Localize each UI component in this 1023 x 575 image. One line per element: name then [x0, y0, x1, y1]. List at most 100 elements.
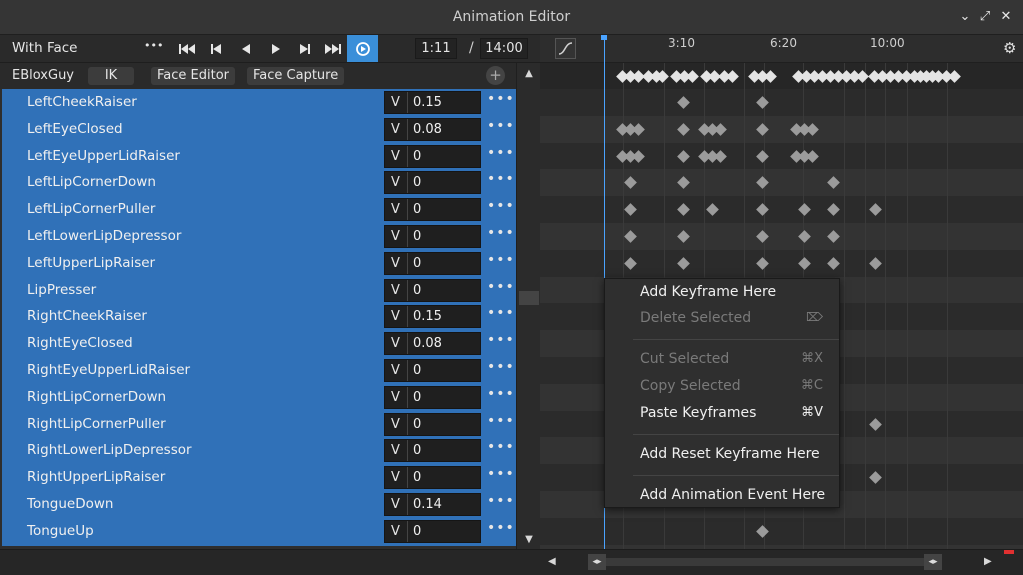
track-value-field[interactable]: V0 — [384, 519, 481, 543]
menu-item-delete-selected[interactable]: Delete Selected — [640, 310, 751, 326]
gear-icon[interactable]: ⚙ — [1003, 39, 1016, 57]
track-more-button[interactable]: ••• — [487, 466, 515, 482]
track-value[interactable]: 0 — [413, 283, 421, 298]
track-value-field[interactable]: V 0.15 — [384, 305, 481, 329]
next-keyframe-button[interactable] — [290, 35, 319, 62]
track-value-field[interactable]: V 0.14 — [384, 493, 481, 516]
animation-name[interactable]: With Face — [12, 40, 77, 56]
track-row[interactable]: RightLipCornerPuller V 0 ••• — [2, 411, 516, 438]
track-value-field[interactable]: V0 — [384, 278, 481, 302]
track-row[interactable]: LeftEyeUpperLidRaiser V 0 ••• — [2, 143, 516, 170]
track-value[interactable]: 0.08 — [413, 122, 442, 137]
track-value-field[interactable]: V0 — [384, 385, 481, 409]
track-row[interactable]: LeftUpperLipRaiser V 0 ••• — [2, 250, 516, 277]
timeline-track[interactable] — [540, 223, 1023, 250]
track-row[interactable]: LeftCheekRaiser V 0.15 ••• — [2, 89, 516, 116]
track-value-field[interactable]: V0 — [384, 412, 481, 436]
track-value-field[interactable]: V0 — [384, 251, 481, 275]
track-value[interactable]: 0 — [413, 417, 421, 432]
track-more-button[interactable]: ••• — [487, 493, 515, 509]
menu-item-add-keyframe[interactable]: Add Keyframe Here — [640, 284, 776, 300]
track-value-field[interactable]: V0 — [384, 466, 481, 490]
track-value-field[interactable]: V 0.08 — [384, 117, 481, 141]
timeline-track[interactable] — [540, 89, 1023, 116]
track-value[interactable]: 0 — [413, 149, 421, 164]
track-more-button[interactable]: ••• — [487, 91, 515, 107]
menu-item-add-animation-event[interactable]: Add Animation Event Here — [640, 487, 825, 503]
menu-item-cut-selected[interactable]: Cut Selected — [640, 351, 729, 367]
timeline-track[interactable] — [540, 249, 1023, 277]
track-value[interactable]: 0 — [413, 443, 421, 458]
scroll-down-icon[interactable]: ▼ — [522, 533, 536, 547]
track-more-button[interactable]: ••• — [487, 359, 515, 375]
previous-keyframe-button[interactable] — [201, 35, 230, 62]
track-row[interactable]: LeftLowerLipDepressor V 0 ••• — [2, 223, 516, 250]
track-value[interactable]: 0 — [413, 175, 421, 190]
curve-editor-button[interactable] — [555, 38, 576, 59]
track-more-button[interactable]: ••• — [487, 252, 515, 268]
track-value[interactable]: 0 — [413, 363, 421, 378]
loop-toggle-button[interactable] — [347, 35, 378, 62]
playhead-handle[interactable] — [601, 35, 607, 40]
range-start-handle[interactable]: ◂▸ — [588, 554, 606, 570]
track-value[interactable]: 0 — [413, 524, 421, 539]
range-end-handle[interactable]: ◂▸ — [924, 554, 942, 570]
tab-ik[interactable]: IK — [88, 67, 134, 85]
track-value[interactable]: 0.15 — [413, 309, 442, 324]
track-value[interactable]: 0 — [413, 470, 421, 485]
track-more-button[interactable]: ••• — [487, 386, 515, 402]
collapse-icon[interactable]: ⌄ — [956, 8, 974, 26]
track-value-field[interactable]: V0 — [384, 225, 481, 248]
timeline-track[interactable] — [540, 196, 1023, 223]
track-value-field[interactable]: V0 — [384, 439, 481, 463]
track-value[interactable]: 0 — [413, 256, 421, 271]
add-track-button[interactable]: + — [486, 66, 505, 85]
track-more-button[interactable]: ••• — [487, 198, 515, 214]
play-reverse-button[interactable] — [231, 35, 260, 62]
tab-face-editor[interactable]: Face Editor — [151, 67, 236, 85]
track-row[interactable]: LipPresser V 0 ••• — [2, 277, 516, 304]
current-time-input[interactable]: 1:11 — [415, 38, 457, 59]
timeline-track[interactable] — [540, 169, 1023, 197]
track-row[interactable]: TongueDown V 0.14 ••• — [2, 491, 516, 518]
track-value-field[interactable]: V0 — [384, 359, 481, 382]
track-value-field[interactable]: V 0.15 — [384, 91, 481, 114]
track-value[interactable]: 0.08 — [413, 336, 442, 351]
track-more-button[interactable]: ••• — [487, 171, 515, 187]
track-row[interactable]: RightUpperLipRaiser V 0 ••• — [2, 464, 516, 491]
track-value-field[interactable]: V0 — [384, 171, 481, 195]
track-value-field[interactable]: V0 — [384, 144, 481, 168]
animation-more-button[interactable]: ••• — [144, 39, 163, 52]
range-bar[interactable] — [606, 558, 924, 566]
track-more-button[interactable]: ••• — [487, 305, 515, 321]
menu-item-copy-selected[interactable]: Copy Selected — [640, 378, 741, 394]
track-row[interactable]: LeftLipCornerPuller V 0 ••• — [2, 196, 516, 223]
close-icon[interactable]: ✕ — [997, 8, 1015, 26]
track-row[interactable]: RightEyeUpperLidRaiser V 0 ••• — [2, 357, 516, 384]
track-value[interactable]: 0.15 — [413, 95, 442, 110]
track-more-button[interactable]: ••• — [487, 439, 515, 455]
track-row[interactable]: LeftEyeClosed V 0.08 ••• — [2, 116, 516, 143]
track-value-field[interactable]: V 0.08 — [384, 332, 481, 356]
track-list-scrollbar[interactable]: ▲ ▼ — [516, 63, 540, 549]
track-more-button[interactable]: ••• — [487, 225, 515, 241]
skip-to-start-button[interactable] — [172, 35, 201, 62]
track-more-button[interactable]: ••• — [487, 520, 515, 536]
track-value-field[interactable]: V0 — [384, 198, 481, 222]
track-row[interactable]: RightCheekRaiser V 0.15 ••• — [2, 303, 516, 330]
skip-to-end-button[interactable] — [318, 35, 347, 62]
tab-face-capture[interactable]: Face Capture — [247, 67, 345, 85]
timeline-track[interactable] — [540, 517, 1023, 545]
track-value[interactable]: 0 — [413, 229, 421, 244]
scroll-thumb[interactable] — [519, 291, 539, 305]
track-more-button[interactable]: ••• — [487, 118, 515, 134]
track-value[interactable]: 0.14 — [413, 497, 442, 512]
track-more-button[interactable]: ••• — [487, 279, 515, 295]
timeline-scrollbar[interactable]: ◀ ◂▸ ◂▸ ▶ — [540, 549, 1023, 575]
track-row[interactable]: RightLowerLipDepressor V 0 ••• — [2, 437, 516, 464]
track-row[interactable]: RightEyeClosed V 0.08 ••• — [2, 330, 516, 357]
track-value[interactable]: 0 — [413, 390, 421, 405]
track-row[interactable]: TongueUp V 0 ••• — [2, 518, 516, 545]
scroll-up-icon[interactable]: ▲ — [522, 67, 536, 81]
scroll-right-icon[interactable]: ▶ — [984, 556, 992, 567]
